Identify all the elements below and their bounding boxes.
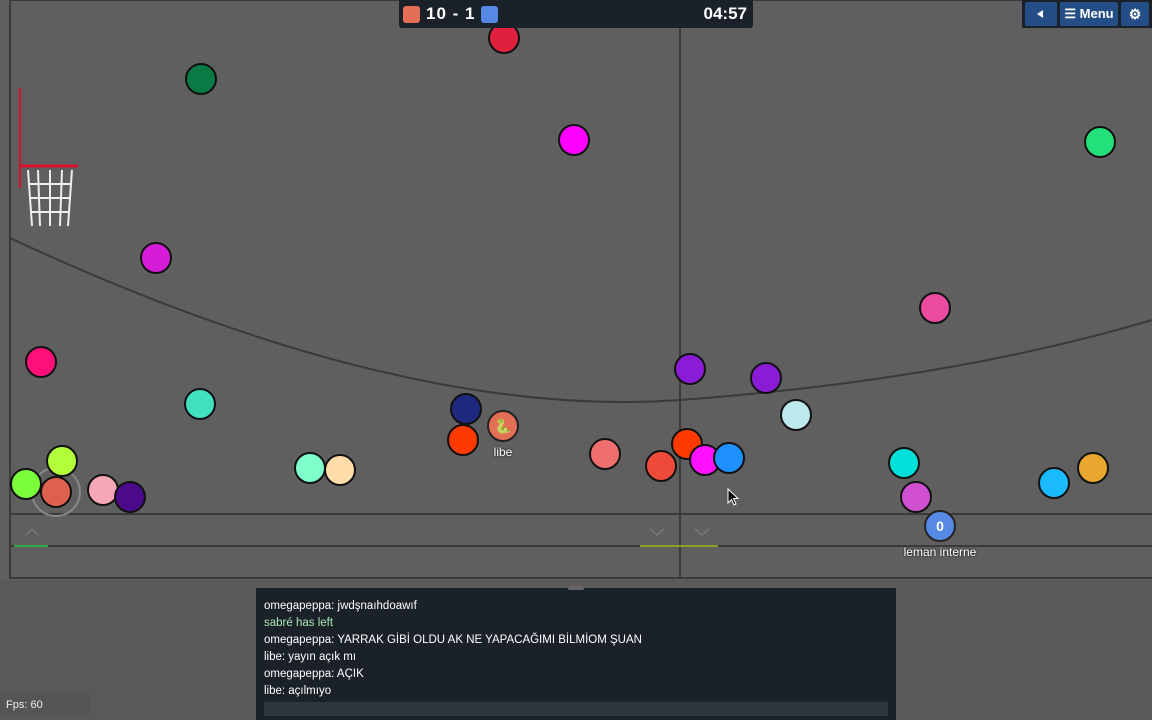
player-disc (919, 292, 951, 324)
scoreboard: 10 - 1 04:57 (399, 0, 753, 28)
chat-message: omegapeppa: YARRAK GİBİ OLDU AK NE YAPAC… (264, 634, 642, 646)
player-disc (25, 346, 57, 378)
player-disc (324, 454, 356, 486)
player-disc (674, 353, 706, 385)
game-field[interactable]: 🐍 libe 0 leman interne (0, 0, 1152, 580)
chat-log: omegapeppa: jwdşnaıhdoawıf sabré has lef… (264, 598, 888, 700)
player-disc (1077, 452, 1109, 484)
player-disc (185, 63, 217, 95)
player-avatar-libe-emoji: 🐍 (494, 417, 512, 434)
red-team-indicator (403, 5, 420, 23)
player-avatar-libe: 🐍 (487, 410, 519, 442)
chevron-up-icon (25, 527, 39, 536)
player-disc (40, 476, 72, 508)
player-disc (114, 481, 146, 513)
court-lines (9, 0, 1152, 579)
player-disc (450, 393, 482, 425)
player-disc (558, 124, 590, 156)
mouse-cursor-icon (727, 488, 739, 506)
player-disc (46, 445, 78, 477)
player-disc (184, 388, 216, 420)
player-disc (780, 399, 812, 431)
player-disc (10, 468, 42, 500)
chevron-down-icon (649, 528, 665, 536)
player-disc (294, 452, 326, 484)
player-disc (589, 438, 621, 470)
chat-box: omegapeppa: jwdşnaıhdoawıf sabré has lef… (256, 586, 896, 720)
chevron-down-icon (694, 528, 710, 536)
player-avatar-leman: 0 (924, 510, 956, 542)
player-name-libe: libe (493, 445, 513, 459)
chat-message: omegapeppa: jwdşnaıhdoawıf (264, 600, 417, 612)
player-disc (1038, 467, 1070, 499)
chat-message: libe: açılmıyo (264, 685, 332, 697)
score: 10 - 1 (426, 4, 476, 23)
player-name-leman: leman interne (903, 545, 977, 559)
player-disc (140, 242, 172, 274)
chat-message: omegapeppa: AÇIK (264, 668, 364, 680)
chat-input[interactable] (264, 702, 888, 716)
basketball-hoop (19, 88, 78, 227)
player-disc (1084, 126, 1116, 158)
chat-message: libe: yayın açık mı (264, 651, 357, 663)
player-avatar-leman-number: 0 (936, 518, 944, 534)
match-timer: 04:57 (703, 4, 747, 23)
player-disc (888, 447, 920, 479)
chat-resize-handle[interactable] (568, 586, 584, 590)
settings-button[interactable]: ⚙ (1121, 2, 1149, 26)
player-disc (750, 362, 782, 394)
sound-button[interactable] (1025, 2, 1057, 26)
fps-counter: Fps: 60 (0, 694, 90, 716)
blue-team-indicator (481, 5, 499, 23)
speaker-icon (1037, 10, 1043, 18)
player-disc (713, 442, 745, 474)
player-disc (900, 481, 932, 513)
gear-icon: ⚙ (1128, 5, 1142, 22)
menu-button[interactable]: ☰ Menu (1060, 2, 1118, 26)
chat-message: sabré has left (264, 617, 334, 629)
top-right-controls: ☰ Menu ⚙ (1022, 0, 1152, 28)
player-disc (447, 424, 479, 456)
player-disc (645, 450, 677, 482)
